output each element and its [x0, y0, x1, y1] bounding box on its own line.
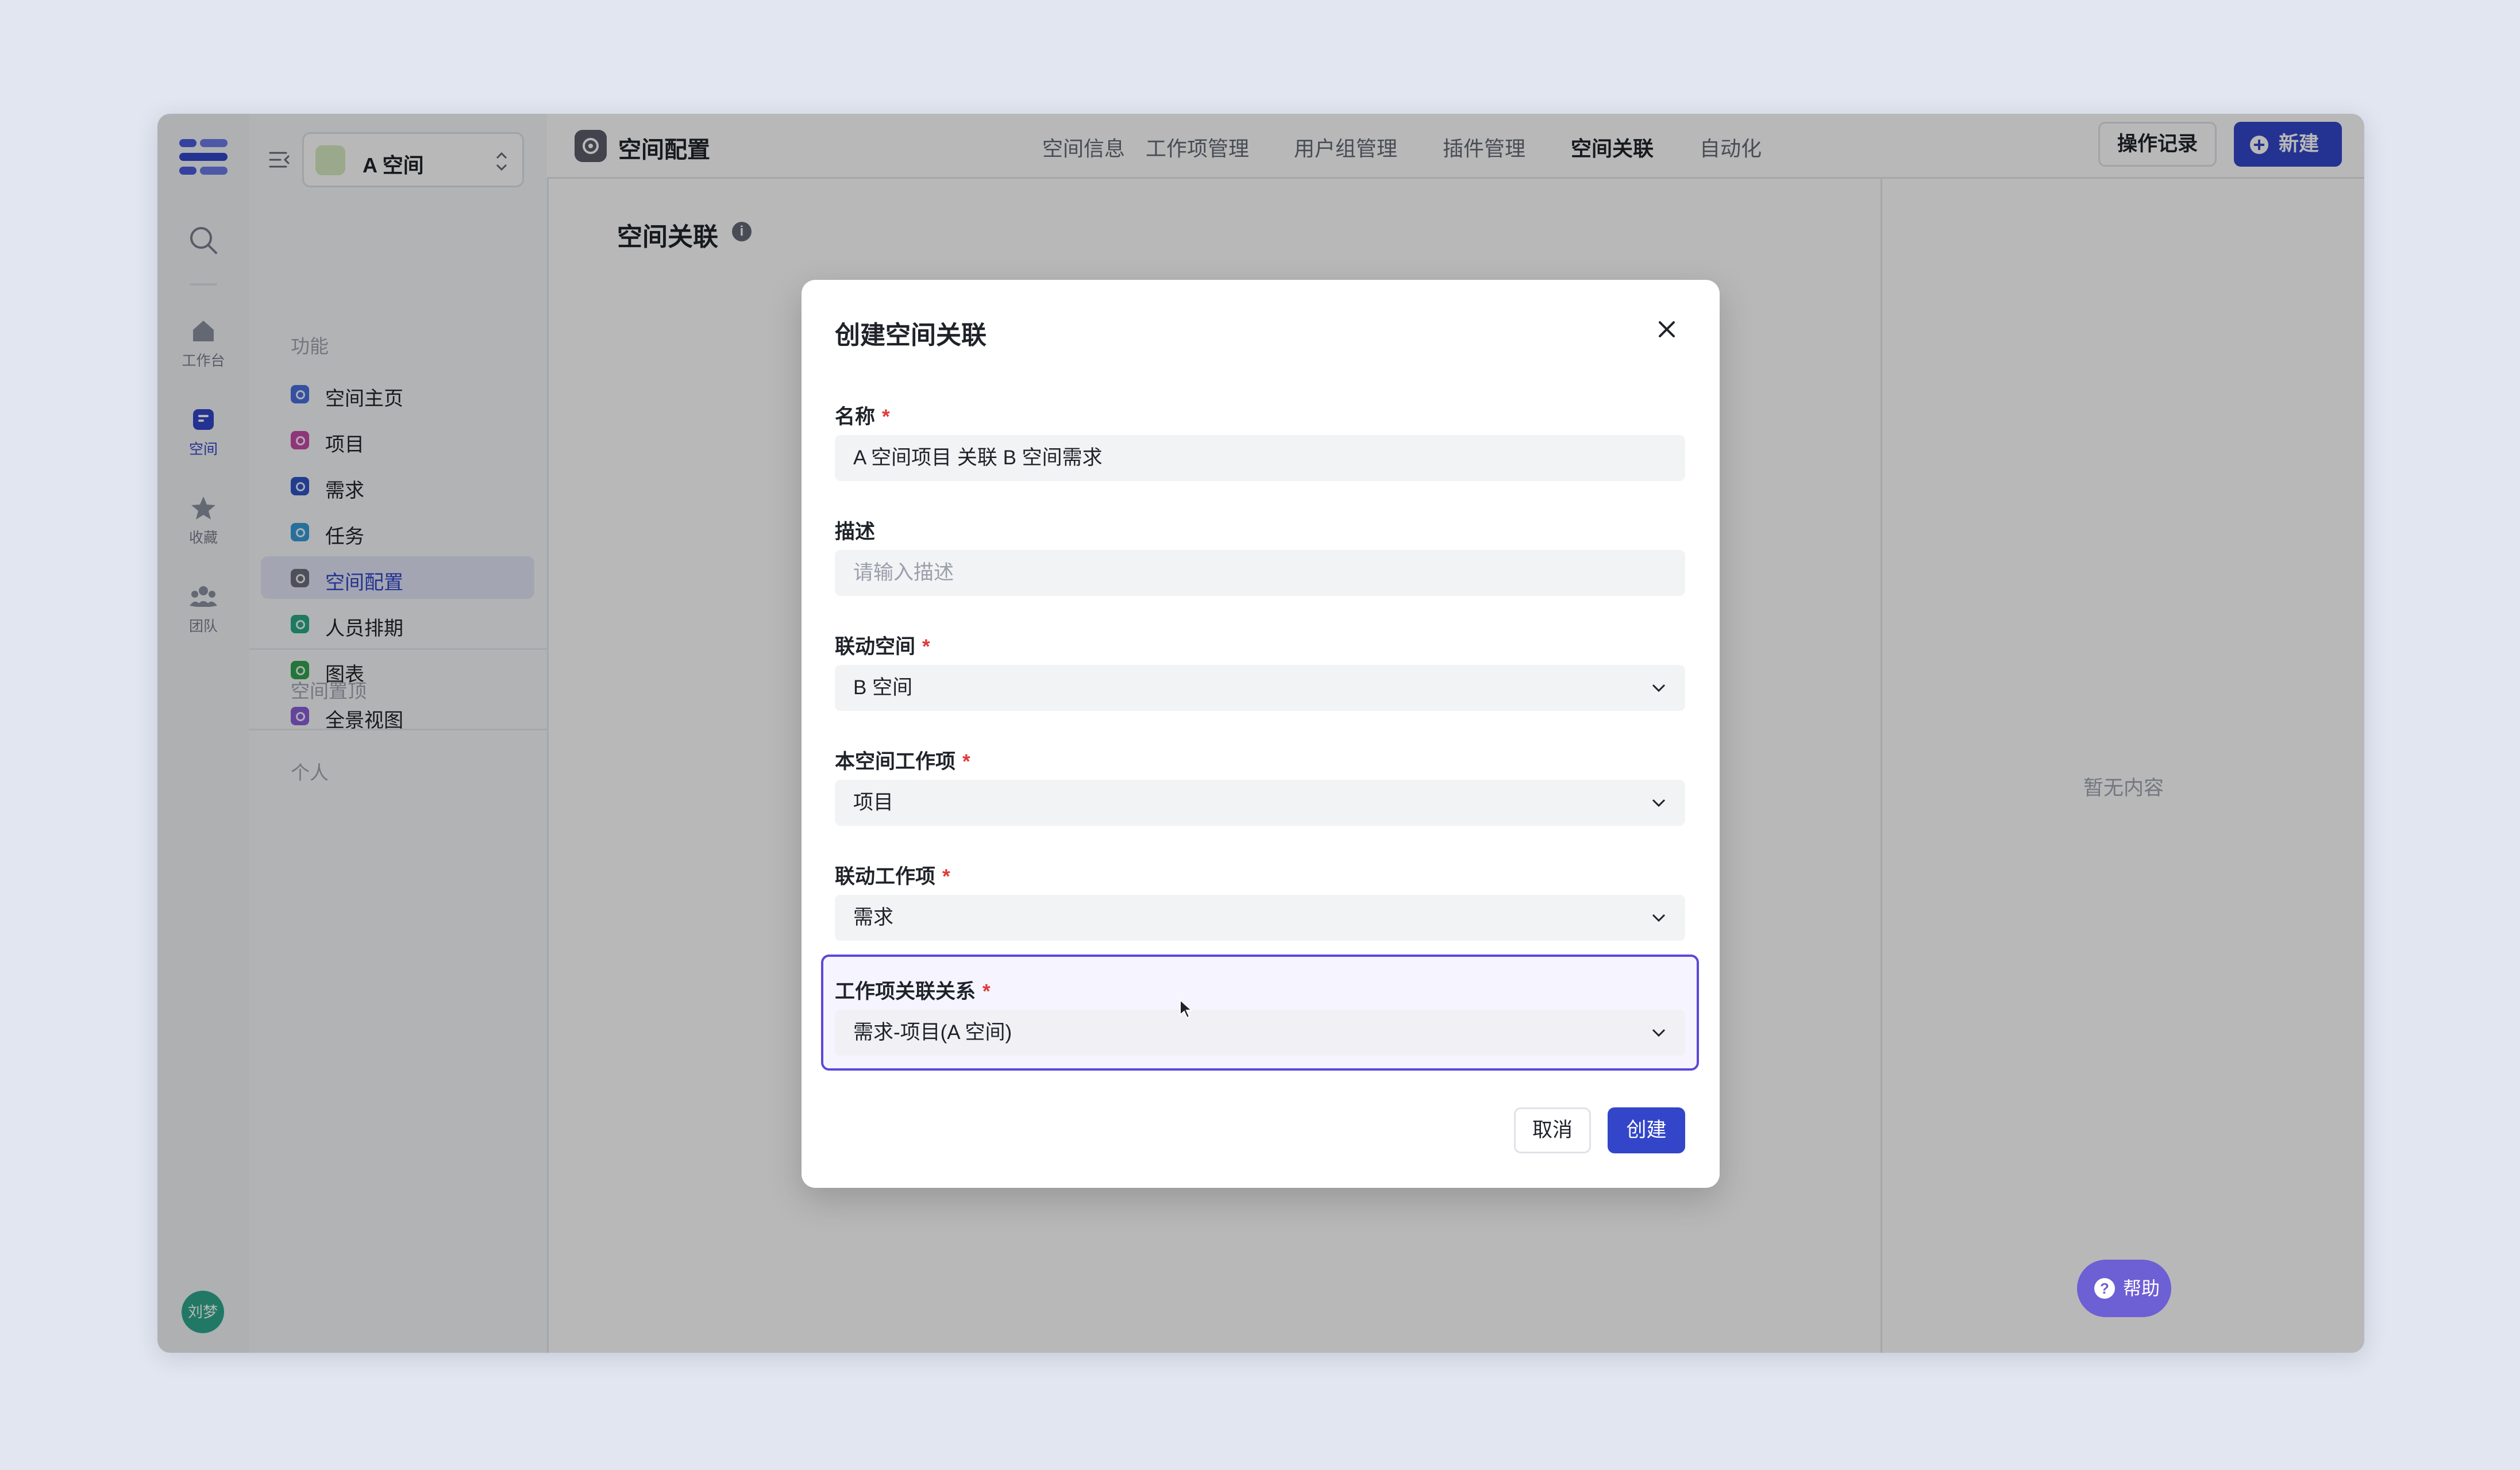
description-input[interactable]: 请输入描述: [835, 550, 1685, 596]
this-work-item-label: 本空间工作项 *: [835, 751, 970, 773]
create-relation-dialog: 创建空间关联 名称 * A 空间项目 关联 B 空间需求 描述 请输入描述 联动空…: [802, 280, 1720, 1188]
linked-work-item-label: 联动工作项 *: [835, 865, 950, 888]
this-work-item-select[interactable]: 项目: [835, 780, 1685, 826]
create-button[interactable]: 创建: [1608, 1107, 1685, 1153]
chevron-down-icon: [1652, 1029, 1666, 1037]
relation-label: 工作项关联关系 *: [835, 980, 991, 1003]
mouse-cursor-icon: [1180, 999, 1193, 1019]
relation-select[interactable]: 需求-项目(A 空间): [835, 1010, 1685, 1056]
chevron-down-icon: [1652, 684, 1666, 692]
name-label: 名称 *: [835, 406, 890, 428]
linked-space-label: 联动空间 *: [835, 636, 930, 658]
dialog-title: 创建空间关联: [835, 321, 987, 349]
cancel-button[interactable]: 取消: [1514, 1107, 1591, 1153]
question-icon: ?: [2094, 1278, 2115, 1299]
linked-work-item-select[interactable]: 需求: [835, 895, 1685, 941]
linked-space-select[interactable]: B 空间: [835, 665, 1685, 711]
chevron-down-icon: [1652, 914, 1666, 922]
name-input[interactable]: A 空间项目 关联 B 空间需求: [835, 435, 1685, 481]
description-label: 描述: [835, 521, 876, 543]
chevron-down-icon: [1652, 799, 1666, 807]
close-icon[interactable]: [1654, 317, 1679, 342]
help-button[interactable]: ? 帮助: [2077, 1260, 2171, 1317]
help-label: 帮助: [2123, 1278, 2160, 1299]
